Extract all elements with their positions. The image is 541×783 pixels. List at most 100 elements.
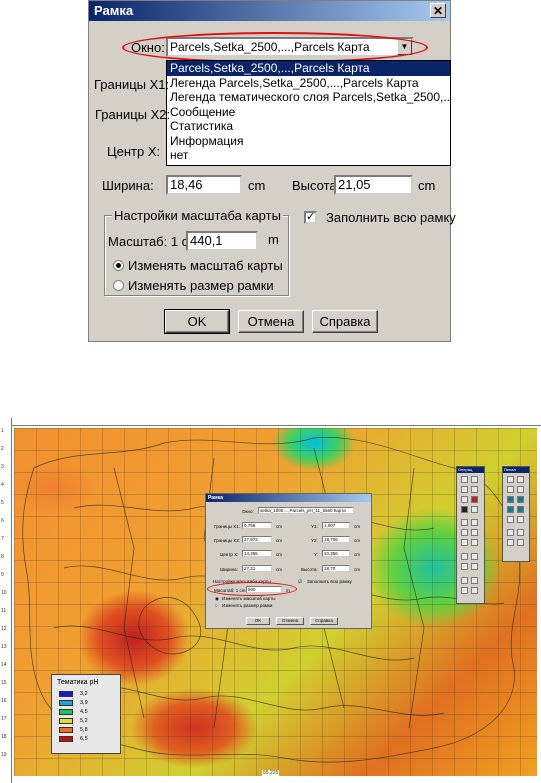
scale-unit: m: [268, 232, 279, 247]
ruler-number: 7: [1, 536, 4, 542]
text-tool-icon[interactable]: [517, 516, 524, 523]
zoom-in-icon[interactable]: [461, 519, 468, 526]
draw-tool-icon[interactable]: [507, 506, 514, 513]
mini-fill-label: Заполнить всю рамку: [307, 579, 352, 584]
draw-tool-icon[interactable]: [517, 506, 524, 513]
dropdown-option[interactable]: нет: [167, 148, 450, 163]
width-field[interactable]: 18,46: [166, 175, 242, 195]
mini-window-select[interactable]: setka_1000,...,Parcels_pH_11_5560 Карта: [258, 507, 354, 514]
mini-help-button[interactable]: Справка: [310, 617, 338, 625]
mini-radio-1[interactable]: ◉: [215, 596, 219, 602]
select-tool-icon[interactable]: [461, 476, 468, 483]
ruler-number: 3: [1, 464, 4, 470]
height-unit: cm: [418, 178, 436, 193]
mini-radio-1-label: Изменять масштаб карты: [222, 596, 276, 601]
fill-frame-checkbox[interactable]: ✓: [304, 211, 317, 224]
mini-x1-label: Границы X1:: [214, 524, 241, 529]
mini-height-label: Высота:: [301, 567, 318, 572]
ruler-number: 12: [1, 626, 7, 632]
drawing-toolbar: Пенал: [502, 466, 530, 562]
center-x-label: Центр X:: [107, 144, 161, 159]
dialog-title: Рамка: [89, 1, 450, 21]
mini-cancel-button[interactable]: Отмена: [276, 617, 304, 625]
legend-label: 5,8: [80, 727, 88, 733]
bounds-x1-label: Границы X1:: [94, 77, 170, 92]
help-button[interactable]: Справка: [312, 310, 378, 333]
mini-x1-field[interactable]: 0,758: [242, 522, 272, 529]
mini-width-field[interactable]: 27,21: [242, 565, 272, 572]
mini-x2-field[interactable]: 27,972: [242, 536, 272, 543]
bounds-x2-label: Границы X2:: [95, 107, 171, 122]
draw-tool-icon[interactable]: [507, 496, 514, 503]
tool-icon[interactable]: [471, 529, 478, 536]
draw-tool-icon[interactable]: [507, 516, 514, 523]
zoom-out-icon[interactable]: [471, 519, 478, 526]
draw-tool-icon[interactable]: [507, 476, 514, 483]
tool-icon[interactable]: [461, 563, 468, 570]
legend-swatch: [59, 727, 73, 733]
dropdown-option[interactable]: Статистика: [167, 119, 450, 134]
radio-change-size[interactable]: [113, 280, 124, 291]
tool-icon[interactable]: [471, 563, 478, 570]
radio-change-scale[interactable]: [113, 260, 124, 271]
dropdown-option[interactable]: Сообщение: [167, 105, 450, 120]
mini-cx-field[interactable]: 14,365: [242, 550, 272, 557]
window-select[interactable]: Parcels,Setka_2500,...,Parcels Карта: [166, 37, 414, 57]
draw-tool-icon[interactable]: [507, 539, 514, 546]
tool-icon[interactable]: [461, 553, 468, 560]
mini-x2-unit: cm: [276, 538, 282, 543]
tool-icon[interactable]: [471, 476, 478, 483]
tool-icon[interactable]: [471, 577, 478, 584]
mini-ok-button[interactable]: OK: [246, 617, 270, 625]
ruler-number: 13: [1, 644, 7, 650]
draw-tool-icon[interactable]: [517, 496, 524, 503]
mini-y1-field[interactable]: 1,007: [322, 522, 350, 529]
mini-cx-label: Центр X:: [220, 552, 239, 557]
dropdown-option[interactable]: Легенда Parcels,Setka_2500,...,Parcels К…: [167, 76, 450, 91]
legend-label: 3,2: [80, 691, 88, 697]
ph-legend: Тематика pH 3,2 3,9 4,5 5,2 5,8 6,5: [51, 674, 121, 754]
window-dropdown-list: Parcels,Setka_2500,...,Parcels Карта Лег…: [166, 60, 451, 166]
scale-field[interactable]: 440,1: [186, 231, 258, 251]
tool-icon[interactable]: [471, 587, 478, 594]
close-button[interactable]: ✕: [430, 3, 446, 18]
cancel-button[interactable]: Отмена: [238, 310, 304, 333]
mini-highlight-oval: [207, 582, 297, 596]
operations-toolbar: Операц: [456, 466, 485, 604]
tool-icon[interactable]: [471, 486, 478, 493]
dropdown-option[interactable]: Информация: [167, 134, 450, 149]
draw-tool-icon[interactable]: [517, 539, 524, 546]
ok-button[interactable]: OK: [164, 309, 230, 334]
mini-dialog-title: Рамка: [206, 494, 371, 502]
legend-label: 5,2: [80, 718, 88, 724]
draw-tool-icon[interactable]: [507, 529, 514, 536]
mini-cy-field[interactable]: 10,356: [322, 550, 350, 557]
mini-fill-checkbox[interactable]: ☑: [298, 579, 302, 585]
tool-icon[interactable]: [461, 496, 468, 503]
legend-label: 3,9: [80, 700, 88, 706]
tool-icon[interactable]: [461, 539, 468, 546]
height-field[interactable]: 21,05: [334, 175, 413, 195]
tool-icon[interactable]: [461, 486, 468, 493]
mini-radio-2[interactable]: ○: [215, 603, 218, 608]
tool-icon[interactable]: [461, 506, 468, 513]
mini-height-unit: cm: [354, 567, 360, 572]
dropdown-option[interactable]: Легенда тематического слоя Parcels,Setka…: [167, 90, 450, 105]
tool-icon[interactable]: [461, 529, 468, 536]
draw-tool-icon[interactable]: [517, 529, 524, 536]
mini-y2-field[interactable]: 19,706: [322, 536, 350, 543]
dropdown-option[interactable]: Parcels,Setka_2500,...,Parcels Карта: [167, 61, 450, 76]
legend-swatch: [59, 718, 73, 724]
draw-tool-icon[interactable]: [507, 486, 514, 493]
draw-tool-icon[interactable]: [517, 476, 524, 483]
tool-icon[interactable]: [471, 496, 478, 503]
tool-icon[interactable]: [471, 506, 478, 513]
legend-swatch: [59, 700, 73, 706]
mini-height-field[interactable]: 18,70: [322, 565, 350, 572]
tool-icon[interactable]: [461, 587, 468, 594]
tool-icon[interactable]: [471, 539, 478, 546]
chevron-down-icon[interactable]: ▼: [397, 39, 412, 55]
tool-icon[interactable]: [461, 577, 468, 584]
draw-tool-icon[interactable]: [517, 486, 524, 493]
tool-icon[interactable]: [471, 553, 478, 560]
